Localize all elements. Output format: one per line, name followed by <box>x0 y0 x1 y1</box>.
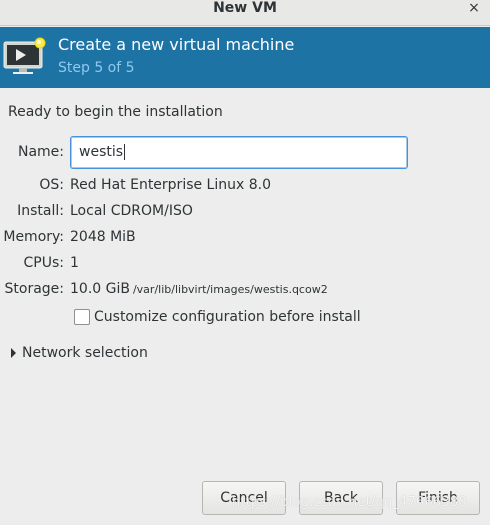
close-icon[interactable]: × <box>466 0 482 17</box>
network-selection-expander[interactable]: Network selection <box>11 345 148 361</box>
memory-label: Memory: <box>3 229 64 245</box>
storage-size: 10.0 GiB <box>70 281 130 297</box>
memory-value: 2048 MiB <box>70 229 136 245</box>
wizard-step: Step 5 of 5 <box>58 60 135 76</box>
name-label: Name: <box>17 144 64 160</box>
cpus-label: CPUs: <box>23 255 64 271</box>
ready-heading: Ready to begin the installation <box>8 104 223 120</box>
wizard-banner: Create a new virtual machine Step 5 of 5 <box>0 27 490 88</box>
name-input[interactable]: westis <box>70 136 408 169</box>
name-input-value: westis <box>79 144 124 160</box>
os-label: OS: <box>39 177 64 193</box>
network-selection-label: Network selection <box>22 345 148 361</box>
customize-checkbox-label: Customize configuration before install <box>94 309 361 325</box>
install-label: Install: <box>17 203 64 219</box>
storage-label: Storage: <box>4 281 65 297</box>
wizard-title: Create a new virtual machine <box>58 35 295 54</box>
text-caret <box>124 144 126 160</box>
storage-path: /var/lib/libvirt/images/westis.qcow2 <box>132 283 328 296</box>
virtual-machine-monitor-icon <box>3 37 46 74</box>
window-title: New VM <box>213 0 277 16</box>
watermark-text: https://blog.csdn.net/qq_47666380 <box>232 495 467 510</box>
customize-checkbox[interactable] <box>74 309 90 325</box>
os-value: Red Hat Enterprise Linux 8.0 <box>70 177 271 193</box>
expander-arrow-icon <box>11 348 16 358</box>
storage-info: 10.0 GiB/var/lib/libvirt/images/westis.q… <box>70 281 328 297</box>
window-titlebar: New VM × <box>0 0 490 26</box>
cpus-value: 1 <box>70 255 79 271</box>
customize-checkbox-row[interactable]: Customize configuration before install <box>74 309 361 325</box>
install-value: Local CDROM/ISO <box>70 203 193 219</box>
